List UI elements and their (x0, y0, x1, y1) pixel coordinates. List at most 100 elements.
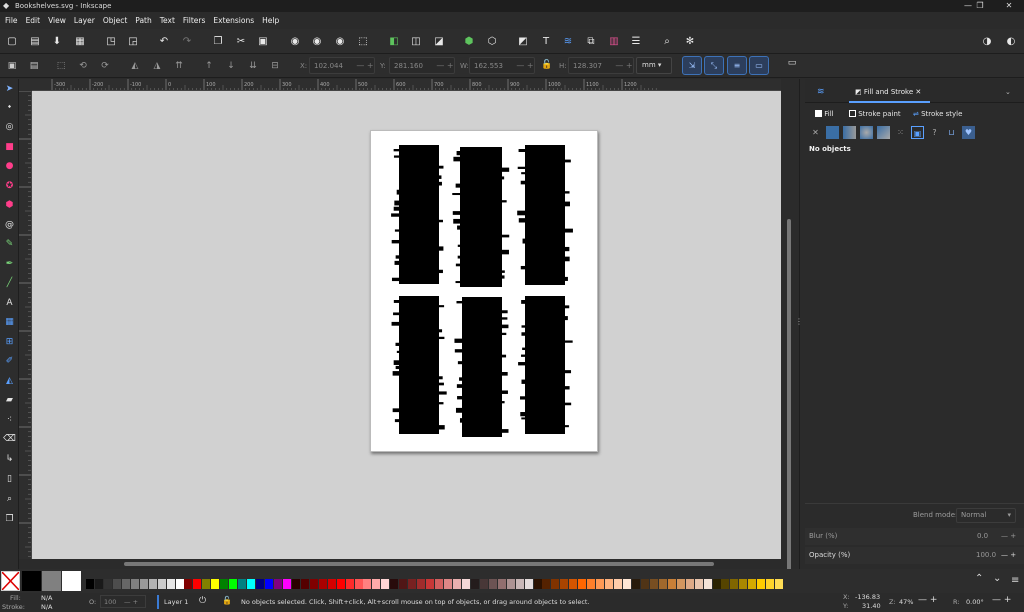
palette-swatch[interactable] (470, 579, 479, 589)
swatch-white-large[interactable] (62, 571, 81, 591)
palette-swatch[interactable] (318, 579, 327, 589)
mesh-tool-icon[interactable]: ⊞ (3, 336, 16, 349)
transform-gradients-button[interactable]: ≡ (727, 56, 747, 75)
x-field[interactable]: X: 102.044 — + (300, 57, 375, 74)
palette-swatch[interactable] (685, 579, 694, 589)
palette-swatch[interactable] (748, 579, 757, 589)
palette-menu-icon[interactable]: ≡ (1011, 575, 1019, 586)
swatches-icon[interactable]: ▥ (607, 35, 621, 49)
palette-swatch[interactable] (631, 579, 640, 589)
lower-to-bottom-icon[interactable]: ⇊ (246, 59, 260, 73)
zoom-value[interactable]: 47% (899, 598, 913, 606)
bookshelf-column[interactable] (391, 296, 447, 434)
bookshelf-column[interactable] (452, 147, 510, 287)
palette-swatch[interactable] (282, 579, 291, 589)
menu-view[interactable]: View (48, 16, 66, 25)
zoom-page-icon[interactable]: ◉ (333, 35, 347, 49)
vertical-scroll-thumb[interactable] (787, 219, 791, 599)
align-distribute-icon[interactable]: ☰ (629, 35, 643, 49)
palette-swatch[interactable] (139, 579, 148, 589)
palette-swatch[interactable] (220, 579, 229, 589)
unit-select[interactable]: mm ▾ (636, 57, 672, 74)
palette-swatch[interactable] (757, 579, 766, 589)
palette-swatch[interactable] (533, 579, 542, 589)
document-page[interactable] (370, 130, 598, 452)
open-file-icon[interactable]: ▤ (28, 35, 42, 49)
palette-swatch[interactable] (86, 579, 94, 589)
palette-swatch[interactable] (515, 579, 524, 589)
palette-swatch[interactable] (202, 579, 211, 589)
mesh-gradient-icon[interactable] (877, 126, 890, 139)
scale-corners-button[interactable]: ⤡ (704, 56, 724, 75)
palette-swatch[interactable] (408, 579, 417, 589)
print-icon[interactable]: ▦ (73, 35, 87, 49)
palette-swatch[interactable] (300, 579, 309, 589)
palette-swatch[interactable] (703, 579, 712, 589)
paint-bucket-tool-icon[interactable]: ◭ (3, 375, 16, 388)
menu-text[interactable]: Text (160, 16, 175, 25)
palette-swatch[interactable] (417, 579, 426, 589)
menu-edit[interactable]: Edit (26, 16, 41, 25)
bookshelf-column[interactable] (391, 145, 444, 284)
palette-swatch[interactable] (614, 579, 623, 589)
palette-swatch[interactable] (121, 579, 130, 589)
height-field[interactable]: H: 128.307 — + (559, 57, 634, 74)
flat-color-icon[interactable] (826, 126, 839, 139)
palette-swatch[interactable] (327, 579, 336, 589)
lower-icon[interactable]: ↓ (224, 59, 238, 73)
save-icon[interactable]: ⬇ (50, 35, 64, 49)
palette-swatch[interactable] (721, 579, 730, 589)
zoom-drawing-icon[interactable]: ◉ (310, 35, 324, 49)
canvas[interactable] (32, 91, 781, 559)
stroke-indicator-value[interactable]: N/A (41, 603, 53, 611)
ellipse-tool-icon[interactable]: ● (3, 160, 16, 173)
palette-swatch[interactable] (560, 579, 569, 589)
select-all-layers-icon[interactable]: ▤ (27, 59, 41, 73)
rectangle-tool-icon[interactable]: ■ (3, 141, 16, 154)
palette-swatch[interactable] (399, 579, 408, 589)
blur-stepper[interactable]: — + (1001, 528, 1016, 545)
menu-object[interactable]: Object (103, 16, 127, 25)
group-icon[interactable]: ⬢ (462, 35, 476, 49)
document-properties-icon[interactable]: ⌕ (660, 35, 674, 49)
deselect-icon[interactable]: ⬚ (54, 59, 68, 73)
dropper-tool-icon[interactable]: ✐ (3, 355, 16, 368)
node-tool-icon[interactable]: ⬩ (3, 101, 16, 114)
palette-swatch[interactable] (229, 579, 238, 589)
linear-gradient-icon[interactable] (843, 126, 856, 139)
evenodd-fill-icon[interactable]: ⊔ (945, 126, 958, 139)
blend-mode-select[interactable]: Normal ▾ (956, 508, 1016, 523)
w-stepper[interactable]: — + (516, 61, 534, 70)
y-field[interactable]: Y: 281.160 — + (380, 57, 455, 74)
no-paint-icon[interactable]: ✕ (809, 126, 822, 139)
vertical-ruler[interactable] (19, 91, 32, 559)
palette-swatch[interactable] (452, 579, 461, 589)
rotate-cw-icon[interactable]: ⟳ (98, 59, 112, 73)
width-field[interactable]: W: 162.553 — + (460, 57, 535, 74)
pages-tool-icon[interactable]: ❐ (3, 513, 16, 526)
export-icon[interactable]: ◲ (126, 35, 140, 49)
palette-swatch[interactable] (461, 579, 470, 589)
pencil-tool-icon[interactable]: ✎ (3, 238, 16, 251)
redo-icon[interactable]: ↷ (180, 35, 194, 49)
spray-tool-icon[interactable]: ⁖ (3, 414, 16, 427)
menu-file[interactable]: File (5, 16, 18, 25)
copy-icon[interactable]: ❐ (211, 35, 225, 49)
menu-filters[interactable]: Filters (183, 16, 205, 25)
tab-fill[interactable]: Fill (815, 105, 834, 123)
horizontal-ruler[interactable]: -300 -200 -100 0 100 200 300 400 500 600 700 800 900… (32, 79, 781, 91)
palette-swatch[interactable] (649, 579, 658, 589)
preferences-icon[interactable]: ✻ (683, 35, 697, 49)
duplicate-icon[interactable]: ◧ (387, 35, 401, 49)
zoom-stepper[interactable]: — + (918, 595, 937, 605)
xml-editor-icon[interactable]: ⧉ (584, 35, 598, 49)
blur-row[interactable]: Blur (%) 0.0 — + (805, 528, 1024, 545)
command-palette-icon[interactable]: ▭ (785, 56, 799, 70)
cut-icon[interactable]: ✂ (234, 35, 248, 49)
horizontal-scrollbar[interactable] (32, 559, 781, 569)
rotation-value[interactable]: 0.00° (966, 598, 984, 606)
swatch-icon[interactable]: ▣ (911, 126, 924, 139)
menu-path[interactable]: Path (135, 16, 151, 25)
palette-swatch[interactable] (184, 579, 193, 589)
palette-swatch[interactable] (444, 579, 452, 589)
